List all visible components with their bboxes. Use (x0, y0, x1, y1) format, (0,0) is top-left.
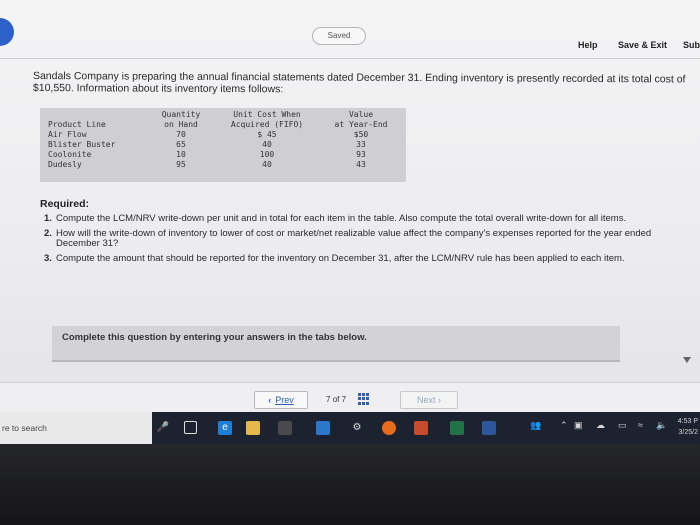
notification-app-icon[interactable]: ▣ (574, 420, 583, 431)
unit-cost-column: Unit Cost When Acquired (FIFO) $ 45 40 1… (222, 110, 312, 170)
page-indicator: 7 of 7 (326, 395, 346, 404)
chevron-right-icon: › (438, 395, 442, 405)
table-cell-unit-cost: 40 (262, 160, 272, 169)
list-item-number: 3. (44, 252, 52, 264)
page-total: 7 (341, 395, 347, 404)
taskbar-search-box[interactable]: re to search (0, 412, 152, 444)
question-intro: Sandals Company is preparing the annual … (32, 70, 686, 96)
page-current: 7 (326, 395, 331, 404)
powerpoint-icon[interactable] (414, 421, 428, 435)
prev-label: Prev (275, 395, 294, 405)
wifi-icon[interactable]: ≈ (638, 420, 643, 430)
table-cell-product: Air Flow (48, 130, 87, 139)
save-exit-button[interactable]: Save & Exit (618, 40, 667, 50)
taskbar-clock[interactable]: 4:53 P 3/25/2 (678, 416, 698, 438)
clock-time: 4:53 P (677, 418, 698, 425)
browser-screen: Saved Help Save & Exit Sub Sandals Compa… (0, 0, 700, 412)
product-column: Product Line Air Flow Blister Buster Coo… (48, 120, 115, 170)
quantity-column: Quantity on Hand 70 65 10 95 (160, 110, 202, 170)
people-icon[interactable]: 👥 (530, 420, 541, 431)
table-cell-quantity: 65 (176, 140, 186, 149)
scroll-down-arrow-icon[interactable] (683, 357, 691, 363)
store-icon[interactable] (278, 421, 292, 435)
saved-status-badge: Saved (312, 27, 366, 45)
windows-taskbar: re to search 🎤 e ⚙ 👥 ⌃ ▣ ☁ ▭ ≈ 🔈 4:53 P … (0, 412, 700, 444)
required-list: 1. Compute the LCM/NRV write-down per un… (44, 213, 680, 268)
edge-browser-icon[interactable]: e (218, 421, 232, 435)
help-button[interactable]: Help (578, 40, 598, 50)
clock-date: 3/25/2 (678, 429, 698, 436)
table-header-value: at Year-End (334, 120, 388, 129)
chevron-left-icon: ‹ (268, 395, 272, 405)
inventory-table: Product Line Air Flow Blister Buster Coo… (40, 108, 406, 182)
complete-instruction: Complete this question by entering your … (62, 332, 367, 343)
question-grid-icon[interactable] (358, 393, 370, 405)
list-item: 2. How will the write-down of inventory … (44, 227, 680, 250)
complete-question-banner: Complete this question by entering your … (52, 326, 620, 362)
onedrive-icon[interactable]: ☁ (596, 420, 605, 431)
list-item: 1. Compute the LCM/NRV write-down per un… (44, 213, 680, 225)
table-header-quantity: Quantity (161, 110, 201, 119)
laptop-bezel (0, 444, 700, 525)
table-cell-value: $50 (353, 130, 369, 139)
prev-button[interactable]: ‹ Prev (254, 391, 308, 409)
task-view-icon[interactable] (184, 421, 197, 434)
table-cell-quantity: 70 (176, 130, 186, 139)
word-icon[interactable] (482, 421, 496, 435)
table-cell-unit-cost: 100 (259, 150, 275, 159)
list-item-number: 2. (44, 227, 52, 239)
table-header-product: Product Line (48, 120, 106, 129)
required-heading: Required: (40, 198, 90, 210)
list-item-text: Compute the amount that should be report… (56, 252, 625, 264)
next-label: Next (416, 395, 436, 405)
volume-icon[interactable]: 🔈 (656, 420, 667, 431)
app-logo-icon (0, 18, 14, 46)
header-divider (0, 58, 700, 59)
table-cell-value: 93 (356, 150, 366, 159)
microphone-icon[interactable]: 🎤 (156, 421, 170, 435)
chevron-up-icon[interactable]: ⌃ (560, 420, 568, 431)
list-item-number: 1. (44, 213, 52, 224)
mail-icon[interactable] (316, 421, 330, 435)
submit-button[interactable]: Sub (683, 40, 700, 50)
list-item: 3. Compute the amount that should be rep… (44, 252, 680, 265)
table-header-unit-cost: Acquired (FIFO) (230, 120, 304, 129)
table-cell-unit-cost: $ 45 (257, 130, 277, 139)
list-item-text: How will the write-down of inventory to … (56, 227, 652, 249)
table-cell-value: 33 (356, 140, 366, 149)
table-header-quantity: on Hand (164, 120, 198, 129)
page-of: of (332, 395, 340, 404)
table-cell-value: 43 (356, 160, 366, 169)
file-explorer-icon[interactable] (246, 421, 260, 435)
table-header-value: Value (348, 110, 374, 119)
value-column: Value at Year-End $50 33 93 43 (330, 110, 392, 170)
list-item-text: Compute the LCM/NRV write-down per unit … (56, 213, 627, 224)
chrome-browser-icon[interactable] (382, 421, 396, 435)
battery-icon[interactable]: ▭ (618, 420, 627, 431)
table-cell-quantity: 95 (176, 160, 186, 169)
table-cell-product: Blister Buster (48, 140, 116, 149)
next-button[interactable]: Next › (400, 391, 458, 409)
gear-icon[interactable]: ⚙ (350, 421, 364, 435)
excel-icon[interactable] (450, 421, 464, 435)
question-nav-bar: ‹ Prev 7 of 7 Next › (0, 382, 700, 412)
table-cell-quantity: 10 (176, 150, 186, 159)
table-cell-product: Dudesly (48, 160, 82, 169)
table-cell-unit-cost: 40 (262, 140, 272, 149)
table-header-unit-cost: Unit Cost When (233, 110, 301, 119)
table-cell-product: Coolonite (48, 150, 92, 159)
